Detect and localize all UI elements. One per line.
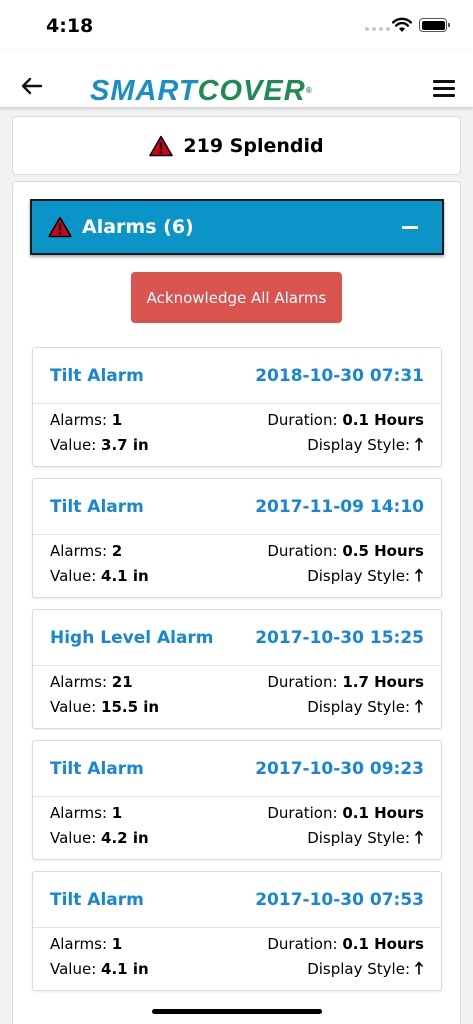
alarms-count-label: Alarms:	[50, 411, 108, 429]
alarm-type: Tilt Alarm	[50, 496, 144, 517]
value-label: Value:	[50, 567, 97, 585]
alarms-count-label: Alarms:	[50, 804, 108, 822]
site-name: 219 Splendid	[183, 134, 324, 157]
logo-smart-text: SMART	[90, 75, 198, 107]
duration-value: 0.1 Hours	[342, 935, 424, 953]
alarms-count-value: 21	[111, 673, 133, 691]
alarms-count-label: Alarms:	[50, 935, 108, 953]
arrow-up-icon	[415, 437, 423, 451]
logo-cover-text: COVER	[197, 75, 306, 107]
warning-triangle-icon	[149, 135, 174, 156]
value-value: 3.7 in	[101, 436, 149, 454]
alarm-type: Tilt Alarm	[50, 889, 144, 910]
duration-label: Duration:	[267, 935, 338, 953]
cellular-signal-icon	[365, 27, 390, 31]
alarm-type: High Level Alarm	[50, 627, 214, 648]
value-label: Value:	[50, 698, 97, 716]
alarms-section-title: Alarms (6)	[82, 216, 194, 238]
alarms-count-value: 1	[111, 804, 123, 822]
nav-bar: SMARTCOVER®	[0, 50, 473, 108]
value-label: Value:	[50, 436, 97, 454]
alarm-date: 2018-10-30 07:31	[255, 365, 424, 386]
alarm-type: Tilt Alarm	[50, 758, 144, 779]
back-arrow-icon[interactable]	[20, 76, 44, 96]
alarms-count-value: 1	[111, 411, 123, 429]
alarm-date: 2017-11-09 14:10	[255, 496, 424, 517]
arrow-up-icon	[415, 699, 423, 713]
display-style-label: Display Style:	[307, 960, 410, 978]
warning-triangle-icon	[48, 216, 72, 238]
smartcover-logo: SMARTCOVER®	[90, 76, 313, 106]
collapse-minus-icon[interactable]	[402, 226, 418, 229]
alarms-panel: Alarms (6) Acknowledge All Alarms Tilt A…	[12, 181, 461, 1024]
duration-label: Duration:	[267, 804, 338, 822]
alarm-card[interactable]: High Level Alarm 2017-10-30 15:25 Alarms…	[32, 609, 442, 729]
alarms-count-label: Alarms:	[50, 673, 108, 691]
value-value: 4.1 in	[101, 960, 149, 978]
alarm-date: 2017-10-30 09:23	[255, 758, 424, 779]
alarms-count-label: Alarms:	[50, 542, 108, 560]
wifi-icon	[392, 17, 412, 32]
display-style-label: Display Style:	[307, 698, 410, 716]
alarm-card[interactable]: Tilt Alarm 2017-11-09 14:10 Alarms: 2 Du…	[32, 478, 442, 598]
value-value: 4.1 in	[101, 567, 149, 585]
value-label: Value:	[50, 960, 97, 978]
alarm-card[interactable]: Tilt Alarm 2018-10-30 07:31 Alarms: 1 Du…	[32, 347, 442, 467]
value-label: Value:	[50, 829, 97, 847]
display-style-label: Display Style:	[307, 829, 410, 847]
duration-label: Duration:	[267, 673, 338, 691]
value-value: 15.5 in	[101, 698, 160, 716]
duration-value: 1.7 Hours	[342, 673, 424, 691]
duration-label: Duration:	[267, 411, 338, 429]
alarm-type: Tilt Alarm	[50, 365, 144, 386]
acknowledge-all-alarms-button[interactable]: Acknowledge All Alarms	[131, 272, 342, 323]
site-title-card: 219 Splendid	[12, 116, 461, 175]
status-bar: 4:18	[0, 0, 473, 50]
alarm-card[interactable]: Tilt Alarm 2017-10-30 09:23 Alarms: 1 Du…	[32, 740, 442, 860]
duration-value: 0.1 Hours	[342, 804, 424, 822]
status-time: 4:18	[46, 15, 94, 37]
alarms-count-value: 1	[111, 935, 123, 953]
alarm-date: 2017-10-30 07:53	[255, 889, 424, 910]
alarms-count-value: 2	[111, 542, 123, 560]
display-style-label: Display Style:	[307, 436, 410, 454]
battery-icon	[419, 18, 450, 32]
duration-value: 0.5 Hours	[342, 542, 424, 560]
hamburger-menu-icon[interactable]	[433, 80, 455, 98]
alarms-section-header[interactable]: Alarms (6)	[30, 199, 444, 255]
value-value: 4.2 in	[101, 829, 149, 847]
arrow-up-icon	[415, 830, 423, 844]
display-style-label: Display Style:	[307, 567, 410, 585]
alarm-date: 2017-10-30 15:25	[255, 627, 424, 648]
duration-label: Duration:	[267, 542, 338, 560]
duration-value: 0.1 Hours	[342, 411, 424, 429]
logo-registered-mark: ®	[305, 86, 313, 95]
arrow-up-icon	[415, 961, 423, 975]
home-indicator[interactable]	[152, 1009, 322, 1014]
arrow-up-icon	[415, 568, 423, 582]
alarm-card[interactable]: Tilt Alarm 2017-10-30 07:53 Alarms: 1 Du…	[32, 871, 442, 991]
